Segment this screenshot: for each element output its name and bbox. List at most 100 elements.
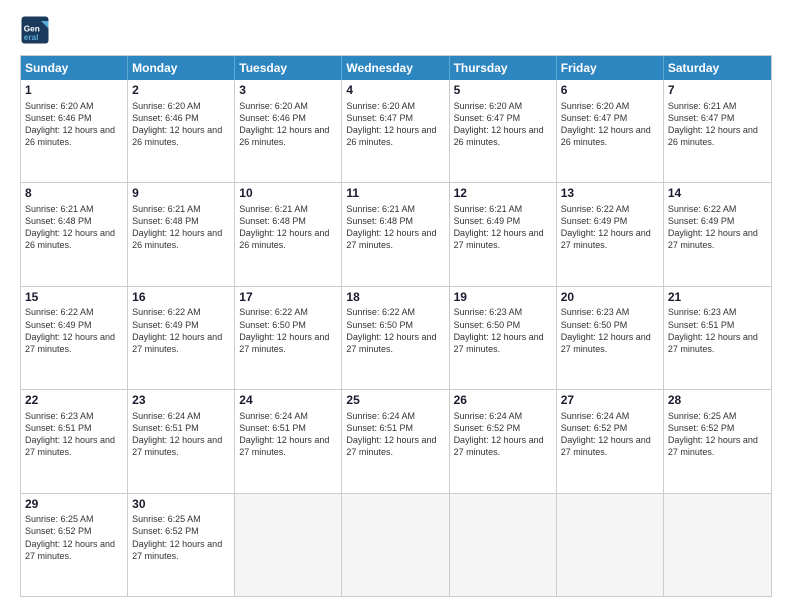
- daylight-label: Daylight: 12 hours and 27 minutes.: [25, 539, 115, 561]
- daylight-label: Daylight: 12 hours and 26 minutes.: [668, 125, 758, 147]
- daylight-label: Daylight: 12 hours and 27 minutes.: [25, 435, 115, 457]
- sunset-label: Sunset: 6:48 PM: [132, 216, 199, 226]
- sunrise-label: Sunrise: 6:20 AM: [25, 101, 94, 111]
- day-number: 8: [25, 186, 123, 202]
- day-number: 18: [346, 290, 444, 306]
- sunset-label: Sunset: 6:51 PM: [132, 423, 199, 433]
- cell-info: Sunrise: 6:20 AM Sunset: 6:46 PM Dayligh…: [132, 100, 230, 149]
- calendar-body: 1 Sunrise: 6:20 AM Sunset: 6:46 PM Dayli…: [21, 80, 771, 596]
- sunrise-label: Sunrise: 6:21 AM: [346, 204, 415, 214]
- day-number: 28: [668, 393, 767, 409]
- sunset-label: Sunset: 6:49 PM: [454, 216, 521, 226]
- day-cell-2: 2 Sunrise: 6:20 AM Sunset: 6:46 PM Dayli…: [128, 80, 235, 182]
- day-number: 10: [239, 186, 337, 202]
- logo-icon: Gen eral: [20, 15, 50, 45]
- daylight-label: Daylight: 12 hours and 26 minutes.: [346, 125, 436, 147]
- daylight-label: Daylight: 12 hours and 27 minutes.: [668, 435, 758, 457]
- cell-info: Sunrise: 6:24 AM Sunset: 6:52 PM Dayligh…: [454, 410, 552, 459]
- day-header-friday: Friday: [557, 56, 664, 80]
- sunset-label: Sunset: 6:48 PM: [239, 216, 306, 226]
- sunset-label: Sunset: 6:51 PM: [668, 320, 735, 330]
- day-header-thursday: Thursday: [450, 56, 557, 80]
- empty-cell: [342, 494, 449, 596]
- daylight-label: Daylight: 12 hours and 26 minutes.: [454, 125, 544, 147]
- day-number: 14: [668, 186, 767, 202]
- cell-info: Sunrise: 6:20 AM Sunset: 6:47 PM Dayligh…: [561, 100, 659, 149]
- daylight-label: Daylight: 12 hours and 27 minutes.: [346, 435, 436, 457]
- day-cell-18: 18 Sunrise: 6:22 AM Sunset: 6:50 PM Dayl…: [342, 287, 449, 389]
- day-cell-24: 24 Sunrise: 6:24 AM Sunset: 6:51 PM Dayl…: [235, 390, 342, 492]
- sunset-label: Sunset: 6:46 PM: [132, 113, 199, 123]
- logo: Gen eral: [20, 15, 54, 45]
- day-cell-19: 19 Sunrise: 6:23 AM Sunset: 6:50 PM Dayl…: [450, 287, 557, 389]
- day-cell-17: 17 Sunrise: 6:22 AM Sunset: 6:50 PM Dayl…: [235, 287, 342, 389]
- daylight-label: Daylight: 12 hours and 27 minutes.: [346, 228, 436, 250]
- page: Gen eral SundayMondayTuesdayWednesdayThu…: [0, 0, 792, 612]
- sunset-label: Sunset: 6:48 PM: [25, 216, 92, 226]
- day-cell-13: 13 Sunrise: 6:22 AM Sunset: 6:49 PM Dayl…: [557, 183, 664, 285]
- day-number: 3: [239, 83, 337, 99]
- day-number: 11: [346, 186, 444, 202]
- day-cell-30: 30 Sunrise: 6:25 AM Sunset: 6:52 PM Dayl…: [128, 494, 235, 596]
- day-cell-20: 20 Sunrise: 6:23 AM Sunset: 6:50 PM Dayl…: [557, 287, 664, 389]
- cell-info: Sunrise: 6:20 AM Sunset: 6:47 PM Dayligh…: [346, 100, 444, 149]
- cell-info: Sunrise: 6:25 AM Sunset: 6:52 PM Dayligh…: [25, 513, 123, 562]
- cell-info: Sunrise: 6:22 AM Sunset: 6:50 PM Dayligh…: [239, 306, 337, 355]
- sunrise-label: Sunrise: 6:21 AM: [239, 204, 308, 214]
- sunrise-label: Sunrise: 6:21 AM: [25, 204, 94, 214]
- day-number: 24: [239, 393, 337, 409]
- day-cell-23: 23 Sunrise: 6:24 AM Sunset: 6:51 PM Dayl…: [128, 390, 235, 492]
- sunset-label: Sunset: 6:49 PM: [561, 216, 628, 226]
- sunrise-label: Sunrise: 6:24 AM: [239, 411, 308, 421]
- cell-info: Sunrise: 6:20 AM Sunset: 6:46 PM Dayligh…: [239, 100, 337, 149]
- day-cell-25: 25 Sunrise: 6:24 AM Sunset: 6:51 PM Dayl…: [342, 390, 449, 492]
- sunrise-label: Sunrise: 6:22 AM: [346, 307, 415, 317]
- day-number: 17: [239, 290, 337, 306]
- sunset-label: Sunset: 6:51 PM: [346, 423, 413, 433]
- day-number: 25: [346, 393, 444, 409]
- sunrise-label: Sunrise: 6:22 AM: [239, 307, 308, 317]
- day-header-sunday: Sunday: [21, 56, 128, 80]
- day-number: 9: [132, 186, 230, 202]
- calendar-header: SundayMondayTuesdayWednesdayThursdayFrid…: [21, 56, 771, 80]
- sunset-label: Sunset: 6:52 PM: [454, 423, 521, 433]
- sunset-label: Sunset: 6:51 PM: [239, 423, 306, 433]
- sunset-label: Sunset: 6:51 PM: [25, 423, 92, 433]
- sunrise-label: Sunrise: 6:21 AM: [132, 204, 201, 214]
- sunset-label: Sunset: 6:48 PM: [346, 216, 413, 226]
- empty-cell: [235, 494, 342, 596]
- sunrise-label: Sunrise: 6:21 AM: [668, 101, 737, 111]
- day-number: 26: [454, 393, 552, 409]
- sunset-label: Sunset: 6:52 PM: [132, 526, 199, 536]
- sunrise-label: Sunrise: 6:24 AM: [132, 411, 201, 421]
- calendar-row-4: 22 Sunrise: 6:23 AM Sunset: 6:51 PM Dayl…: [21, 390, 771, 493]
- day-cell-11: 11 Sunrise: 6:21 AM Sunset: 6:48 PM Dayl…: [342, 183, 449, 285]
- day-header-wednesday: Wednesday: [342, 56, 449, 80]
- sunset-label: Sunset: 6:46 PM: [25, 113, 92, 123]
- cell-info: Sunrise: 6:23 AM Sunset: 6:51 PM Dayligh…: [25, 410, 123, 459]
- sunset-label: Sunset: 6:47 PM: [454, 113, 521, 123]
- sunrise-label: Sunrise: 6:21 AM: [454, 204, 523, 214]
- day-cell-14: 14 Sunrise: 6:22 AM Sunset: 6:49 PM Dayl…: [664, 183, 771, 285]
- sunrise-label: Sunrise: 6:20 AM: [132, 101, 201, 111]
- sunrise-label: Sunrise: 6:24 AM: [561, 411, 630, 421]
- day-header-monday: Monday: [128, 56, 235, 80]
- cell-info: Sunrise: 6:23 AM Sunset: 6:51 PM Dayligh…: [668, 306, 767, 355]
- calendar-row-1: 1 Sunrise: 6:20 AM Sunset: 6:46 PM Dayli…: [21, 80, 771, 183]
- day-number: 7: [668, 83, 767, 99]
- cell-info: Sunrise: 6:25 AM Sunset: 6:52 PM Dayligh…: [132, 513, 230, 562]
- day-number: 16: [132, 290, 230, 306]
- day-cell-26: 26 Sunrise: 6:24 AM Sunset: 6:52 PM Dayl…: [450, 390, 557, 492]
- day-number: 22: [25, 393, 123, 409]
- empty-cell: [664, 494, 771, 596]
- sunset-label: Sunset: 6:47 PM: [346, 113, 413, 123]
- day-cell-21: 21 Sunrise: 6:23 AM Sunset: 6:51 PM Dayl…: [664, 287, 771, 389]
- day-number: 20: [561, 290, 659, 306]
- cell-info: Sunrise: 6:23 AM Sunset: 6:50 PM Dayligh…: [454, 306, 552, 355]
- cell-info: Sunrise: 6:23 AM Sunset: 6:50 PM Dayligh…: [561, 306, 659, 355]
- day-number: 29: [25, 497, 123, 513]
- sunset-label: Sunset: 6:50 PM: [239, 320, 306, 330]
- cell-info: Sunrise: 6:20 AM Sunset: 6:46 PM Dayligh…: [25, 100, 123, 149]
- sunrise-label: Sunrise: 6:22 AM: [668, 204, 737, 214]
- day-cell-12: 12 Sunrise: 6:21 AM Sunset: 6:49 PM Dayl…: [450, 183, 557, 285]
